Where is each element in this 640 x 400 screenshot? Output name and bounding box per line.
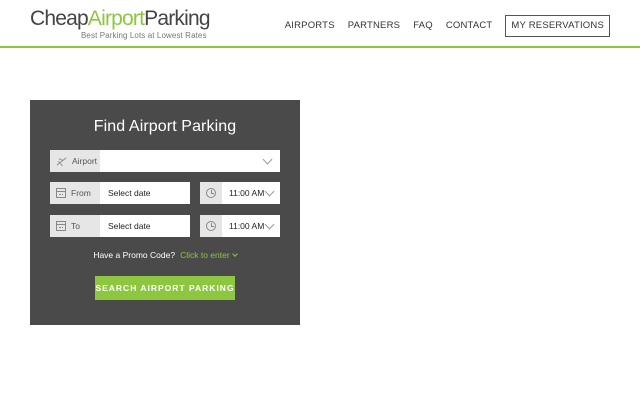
promo-link[interactable]: Click to enter [180,250,238,260]
to-date-field[interactable]: To Select date [50,215,190,237]
chevron-down-icon [264,186,275,196]
clock-icon [206,188,216,198]
chevron-down-icon [231,251,238,257]
to-time-icon-box [200,215,222,237]
chevron-down-icon [262,154,273,164]
clock-icon [206,221,216,231]
search-title: Find Airport Parking [93,118,237,135]
nav-airports[interactable]: AIRPORTS [285,15,335,37]
site-logo[interactable]: CheapAirportParking Best Parking Lots at… [30,7,211,40]
to-label: To [71,221,80,231]
to-time-value: 11:00 AM [229,221,265,231]
site-header: CheapAirportParking Best Parking Lots at… [0,0,640,48]
my-reservations-button[interactable]: MY RESERVATIONS [505,15,610,37]
from-date-field[interactable]: From Select date [50,182,190,204]
logo-wordmark: CheapAirportParking [30,7,211,31]
to-time-select[interactable]: 11:00 AM [200,215,280,237]
from-time-value: 11:00 AM [229,188,265,198]
main-nav: AIRPORTS PARTNERS FAQ CONTACT MY RESERVA… [272,15,610,37]
search-panel: Find Airport Parking Airport From Select… [30,100,300,325]
calendar-icon [56,188,66,198]
plane-icon [56,156,67,166]
promo-text: Have a Promo Code? [93,250,176,260]
logo-parking: Parking [144,7,210,30]
nav-partners[interactable]: PARTNERS [348,15,400,37]
to-label-box: To [50,215,100,237]
nav-contact[interactable]: CONTACT [446,15,493,37]
nav-faq[interactable]: FAQ [413,15,433,37]
logo-tagline: Best Parking Lots at Lowest Rates [81,31,207,40]
logo-cheap: Cheap [30,7,89,30]
from-time-icon-box [200,182,222,204]
from-time-select[interactable]: 11:00 AM [200,182,280,204]
logo-airport: Airport [87,7,145,30]
promo-code-row: Have a Promo Code? Click to enter [30,250,300,260]
chevron-down-icon [264,219,275,229]
to-date-value: Select date [108,221,151,231]
airport-select[interactable]: Airport [50,150,280,172]
calendar-icon [56,221,66,231]
from-label: From [71,188,91,198]
from-label-box: From [50,182,100,204]
search-parking-button[interactable]: SEARCH AIRPORT PARKING [95,276,235,300]
airport-label: Airport [72,156,98,166]
from-date-value: Select date [108,188,151,198]
airport-label-box: Airport [50,150,100,172]
promo-link-label: Click to enter [180,250,230,260]
